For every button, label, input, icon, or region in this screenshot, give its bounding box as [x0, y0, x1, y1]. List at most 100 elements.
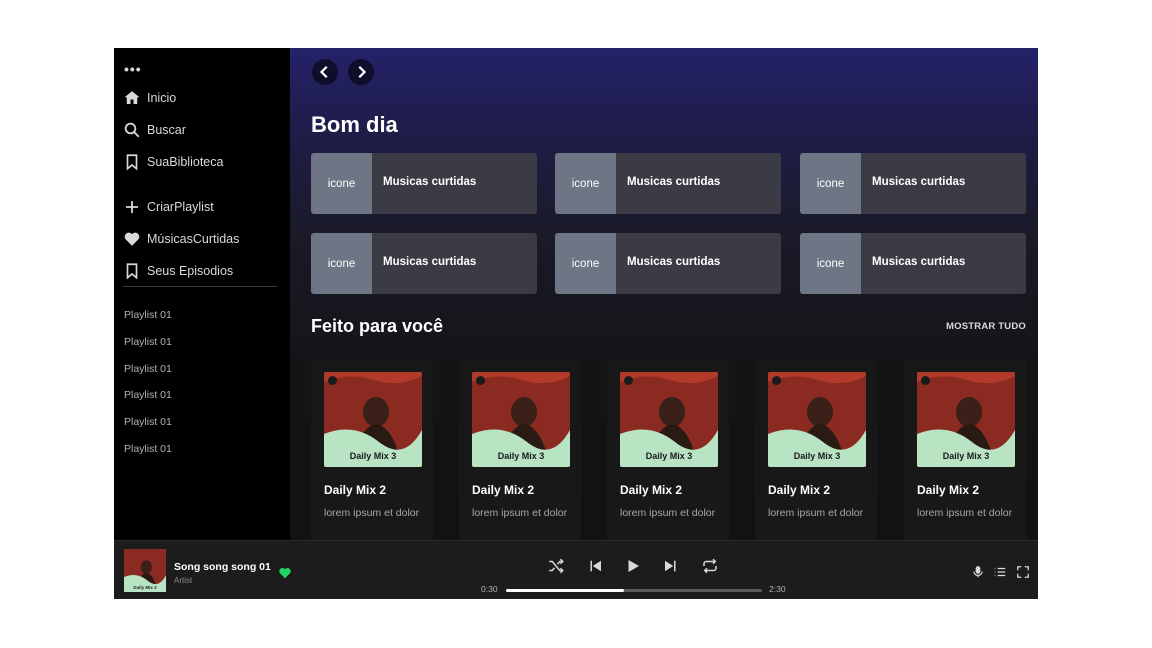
player-bar: Daily Mix 3 Song song song 01 Artist 0:3… — [114, 540, 1038, 599]
bookmark-icon — [126, 263, 138, 280]
microphone-icon — [973, 566, 983, 578]
album-cover: Daily Mix 3 — [620, 372, 718, 467]
show-all-link[interactable]: MOSTRAR TUDO — [946, 321, 1026, 332]
section-title: Feito para você — [311, 316, 444, 336]
library-icon — [126, 154, 138, 171]
mix-card[interactable]: Daily Mix 3 Daily Mix 2 lorem ipsum et d… — [607, 359, 729, 540]
shortcut-label: Musicas curtidas — [627, 256, 721, 268]
shuffle-button[interactable] — [546, 556, 566, 576]
forward-button[interactable] — [348, 59, 374, 85]
card-title: Daily Mix 2 — [620, 483, 683, 497]
card-description: lorem ipsum et dolor — [917, 507, 1013, 519]
song-title[interactable]: Song song song 01 — [174, 561, 271, 573]
card-title: Daily Mix 2 — [324, 483, 387, 497]
shortcut-thumb: icone — [800, 233, 861, 294]
sidebar: ••• Inicio Buscar SuaBiblioteca CriarPla… — [114, 48, 290, 540]
playlist-item[interactable]: Playlist 01 — [124, 443, 172, 455]
heart-icon — [124, 232, 140, 246]
menu-dots-icon[interactable]: ••• — [124, 62, 142, 76]
shortcut-thumb: icone — [555, 153, 616, 214]
shortcut-thumb: icone — [800, 153, 861, 214]
skip-back-icon — [590, 560, 601, 572]
create-playlist-label: CriarPlaylist — [147, 200, 214, 214]
shortcut-label: Musicas curtidas — [383, 256, 477, 268]
shuffle-icon — [549, 558, 564, 574]
total-time: 2:30 — [769, 584, 786, 594]
episodes-link[interactable]: Seus Episodios — [123, 261, 233, 281]
album-cover: Daily Mix 3 — [472, 372, 570, 467]
playlist-item[interactable]: Playlist 01 — [124, 336, 172, 348]
nav-library-label: SuaBiblioteca — [147, 155, 224, 169]
mix-card[interactable]: Daily Mix 3 Daily Mix 2 lorem ipsum et d… — [904, 359, 1026, 540]
card-title: Daily Mix 2 — [472, 483, 535, 497]
logo-icon — [476, 376, 485, 385]
playlist-item[interactable]: Playlist 01 — [124, 416, 172, 428]
cover-title: Daily Mix 3 — [645, 451, 693, 461]
cover-title: Daily Mix 3 — [349, 451, 397, 461]
mix-card[interactable]: Daily Mix 3 Daily Mix 2 lorem ipsum et d… — [311, 359, 433, 540]
skip-forward-icon — [665, 560, 676, 572]
app-window: ••• Inicio Buscar SuaBiblioteca CriarPla… — [114, 48, 1038, 599]
like-button[interactable] — [278, 566, 292, 580]
shortcut-tile[interactable]: icone Musicas curtidas — [800, 153, 1026, 214]
album-cover: Daily Mix 3 — [917, 372, 1015, 467]
mix-card[interactable]: Daily Mix 3 Daily Mix 2 lorem ipsum et d… — [459, 359, 581, 540]
shortcut-tile[interactable]: icone Musicas curtidas — [311, 233, 537, 294]
lyrics-button[interactable] — [971, 565, 985, 579]
nav-search[interactable]: Buscar — [123, 120, 186, 140]
greeting-title: Bom dia — [311, 112, 398, 137]
playlist-item[interactable]: Playlist 01 — [124, 389, 172, 401]
logo-icon — [772, 376, 781, 385]
heart-icon — [279, 568, 291, 579]
album-cover: Daily Mix 3 — [768, 372, 866, 467]
now-playing-cover-title: Daily Mix 3 — [133, 585, 157, 590]
search-icon — [124, 122, 140, 138]
logo-icon — [624, 376, 633, 385]
repeat-icon — [703, 558, 717, 574]
shortcut-label: Musicas curtidas — [383, 176, 477, 188]
song-artist[interactable]: Artist — [174, 576, 192, 585]
main-content: Bom dia icone Musicas curtidas icone Mus… — [290, 48, 1038, 540]
album-cover: Daily Mix 3 — [324, 372, 422, 467]
nav-home[interactable]: Inicio — [123, 88, 176, 108]
logo-icon — [921, 376, 930, 385]
liked-songs-link[interactable]: MúsicasCurtidas — [123, 229, 239, 249]
progress-bar[interactable] — [506, 589, 762, 592]
play-icon — [628, 560, 639, 572]
nav-home-label: Inicio — [147, 91, 177, 105]
shortcut-tile[interactable]: icone Musicas curtidas — [555, 233, 781, 294]
create-playlist-button[interactable]: CriarPlaylist — [123, 197, 214, 217]
queue-button[interactable] — [993, 565, 1007, 579]
logo-icon — [328, 376, 337, 385]
card-title: Daily Mix 2 — [768, 483, 831, 497]
current-time: 0:30 — [481, 584, 498, 594]
playlist-item[interactable]: Playlist 01 — [124, 363, 172, 375]
card-description: lorem ipsum et dolor — [768, 507, 864, 519]
progress-fill — [506, 589, 624, 592]
episodes-label: Seus Episodios — [147, 264, 234, 278]
sidebar-divider — [123, 286, 277, 287]
nav-library[interactable]: SuaBiblioteca — [123, 152, 223, 172]
shortcut-tile[interactable]: icone Musicas curtidas — [311, 153, 537, 214]
fullscreen-button[interactable] — [1016, 565, 1030, 579]
repeat-button[interactable] — [700, 556, 720, 576]
shortcut-thumb: icone — [311, 233, 372, 294]
now-playing-cover[interactable]: Daily Mix 3 — [124, 549, 166, 592]
cover-title: Daily Mix 3 — [942, 451, 990, 461]
back-button[interactable] — [312, 59, 338, 85]
card-description: lorem ipsum et dolor — [472, 507, 568, 519]
next-button[interactable] — [661, 556, 681, 576]
cover-title: Daily Mix 3 — [793, 451, 841, 461]
shortcut-label: Musicas curtidas — [627, 176, 721, 188]
card-description: lorem ipsum et dolor — [324, 507, 420, 519]
mix-card[interactable]: Daily Mix 3 Daily Mix 2 lorem ipsum et d… — [755, 359, 877, 540]
play-button[interactable] — [623, 556, 643, 576]
shortcut-thumb: icone — [555, 233, 616, 294]
shortcut-tile[interactable]: icone Musicas curtidas — [800, 233, 1026, 294]
home-icon — [124, 91, 140, 104]
cover-title: Daily Mix 3 — [497, 451, 545, 461]
shortcut-label: Musicas curtidas — [872, 256, 966, 268]
shortcut-tile[interactable]: icone Musicas curtidas — [555, 153, 781, 214]
previous-button[interactable] — [585, 556, 605, 576]
playlist-item[interactable]: Playlist 01 — [124, 309, 172, 321]
